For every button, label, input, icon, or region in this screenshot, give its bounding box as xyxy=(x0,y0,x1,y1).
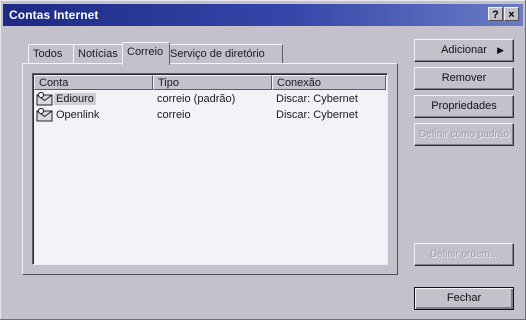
close-button[interactable]: × xyxy=(504,7,519,21)
tab-panel-correio: Conta Tipo Conexão Ediouro correio (padr… xyxy=(22,63,398,275)
add-button-label: Adicionar xyxy=(441,44,487,56)
set-default-button[interactable]: Definir como padrão xyxy=(414,123,514,146)
account-name-label: Openlink xyxy=(56,109,100,121)
account-name: Openlink xyxy=(54,107,101,123)
tab-noticias[interactable]: Notícias xyxy=(73,44,125,63)
mail-account-icon xyxy=(36,92,53,106)
column-header-conta[interactable]: Conta xyxy=(34,75,153,90)
set-order-button[interactable]: Definir ordem... xyxy=(414,243,514,266)
window-title: Contas Internet xyxy=(9,8,99,22)
accounts-list[interactable]: Conta Tipo Conexão Ediouro correio (padr… xyxy=(32,73,388,265)
help-button[interactable]: ? xyxy=(488,7,503,21)
account-type: correio xyxy=(157,109,191,121)
mail-account-icon xyxy=(36,108,53,122)
tab-todos[interactable]: Todos xyxy=(28,44,78,63)
close-dialog-button[interactable]: Fechar xyxy=(414,287,514,310)
remove-button[interactable]: Remover xyxy=(414,67,514,90)
account-type: correio (padrão) xyxy=(157,93,236,105)
account-connection: Discar: Cybernet xyxy=(276,109,358,121)
title-bar[interactable]: Contas Internet ? × xyxy=(3,4,523,26)
column-header-tipo[interactable]: Tipo xyxy=(153,75,272,90)
tab-servico-diretorio[interactable]: Serviço de diretório xyxy=(165,44,283,63)
add-button[interactable]: Adicionar ▶ xyxy=(414,39,514,62)
account-name: Ediouro xyxy=(54,91,96,107)
properties-button[interactable]: Propriedades xyxy=(414,95,514,118)
column-header-conexao[interactable]: Conexão xyxy=(272,75,386,90)
account-connection: Discar: Cybernet xyxy=(276,93,358,105)
tab-correio[interactable]: Correio xyxy=(122,42,170,65)
list-item[interactable]: Ediouro correio (padrão) Discar: Cyberne… xyxy=(34,91,386,107)
list-item[interactable]: Openlink correio Discar: Cybernet xyxy=(34,107,386,123)
arrow-right-icon: ▶ xyxy=(497,45,504,55)
account-name-label: Ediouro xyxy=(54,93,96,105)
internet-accounts-dialog: Contas Internet ? × Todos Notícias Corre… xyxy=(0,0,526,320)
list-header: Conta Tipo Conexão xyxy=(34,75,386,90)
